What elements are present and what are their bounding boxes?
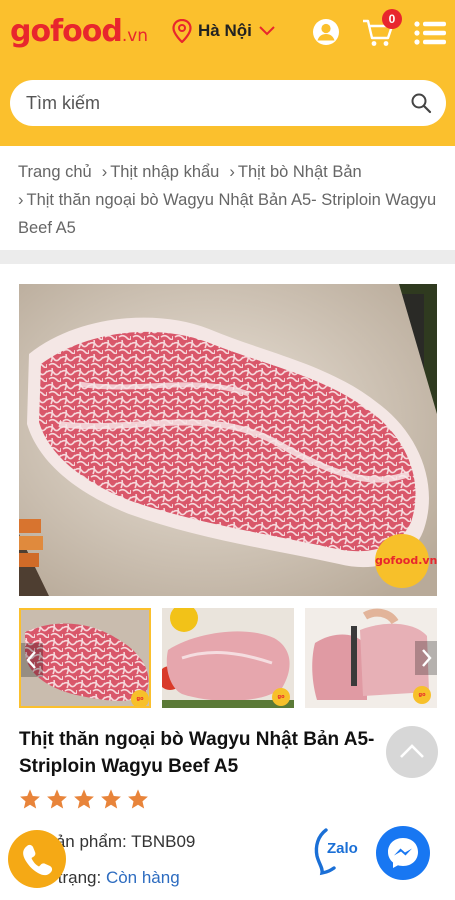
logo-vn-text: .vn (121, 26, 149, 46)
breadcrumb: Trang chủ › Thịt nhập khẩu › Thịt bò Nhật Bả… (0, 146, 455, 250)
star-icon (20, 789, 40, 809)
chevron-left-icon (26, 651, 36, 669)
wagyu-steak-illustration (19, 284, 437, 596)
menu-icon[interactable] (414, 20, 446, 46)
star-icon (101, 789, 121, 809)
product-main-image[interactable]: gofood.vn (19, 284, 437, 596)
chevron-right-icon (422, 649, 432, 667)
header: gofood.vn Hà Nội 0 (0, 0, 455, 146)
section-divider (0, 250, 455, 264)
product-title: Thịt thăn ngoại bò Wagyu Nhật Bản A5- St… (19, 729, 375, 777)
scroll-to-top-button[interactable] (386, 726, 438, 778)
search-bar (10, 80, 446, 126)
star-icon (47, 789, 67, 809)
search-input[interactable] (26, 92, 410, 114)
thumbnail-prev-arrow[interactable] (21, 643, 43, 677)
product-thumbnail-1[interactable]: go (19, 608, 151, 708)
sku-value: TBNB09 (131, 832, 196, 851)
breadcrumb-current-product: Thịt thăn ngoại bò Wagyu Nhật Bản A5- St… (18, 191, 437, 237)
user-icon[interactable] (312, 18, 340, 46)
thumbnail-next-arrow[interactable] (415, 641, 437, 675)
chevron-up-icon (400, 744, 424, 758)
breadcrumb-separator-icon: › (18, 191, 24, 209)
product-thumbnail-3[interactable]: go (305, 608, 437, 708)
gofood-watermark-logo: go (272, 688, 290, 706)
logo-go-text: go (10, 14, 51, 49)
gofood-watermark-logo: go (413, 686, 431, 704)
breadcrumb-separator-icon: › (101, 163, 108, 181)
gofood-watermark-logo: gofood.vn (375, 534, 437, 588)
location-pin-icon (172, 19, 192, 43)
cart-count-badge: 0 (382, 9, 402, 29)
phone-icon (23, 844, 53, 876)
gofood-watermark-logo: go (131, 690, 149, 706)
messenger-icon (388, 838, 418, 868)
product-thumbnail-strip: go go go (19, 608, 437, 708)
zalo-label: Zalo (327, 840, 358, 857)
breadcrumb-separator-icon: › (229, 163, 235, 181)
breadcrumb-home[interactable]: Trang chủ (18, 163, 92, 181)
location-label: Hà Nội (198, 21, 252, 40)
messenger-chat-button[interactable] (376, 826, 430, 880)
gofood-logo[interactable]: gofood.vn (10, 14, 148, 49)
call-button[interactable] (8, 830, 66, 888)
stock-value: Còn hàng (105, 868, 180, 887)
breadcrumb-imported-meat[interactable]: Thịt nhập khẩu (110, 163, 219, 181)
star-icon (74, 789, 94, 809)
star-icon (128, 789, 148, 809)
product-rating (19, 788, 149, 810)
chevron-down-icon (259, 26, 275, 36)
product-thumbnail-2[interactable]: go (162, 608, 294, 708)
logo-food-text: food (50, 14, 123, 49)
location-selector[interactable]: Hà Nội (172, 16, 276, 46)
breadcrumb-japanese-beef[interactable]: Thịt bò Nhật Bản (238, 163, 362, 181)
search-icon[interactable] (410, 92, 432, 114)
